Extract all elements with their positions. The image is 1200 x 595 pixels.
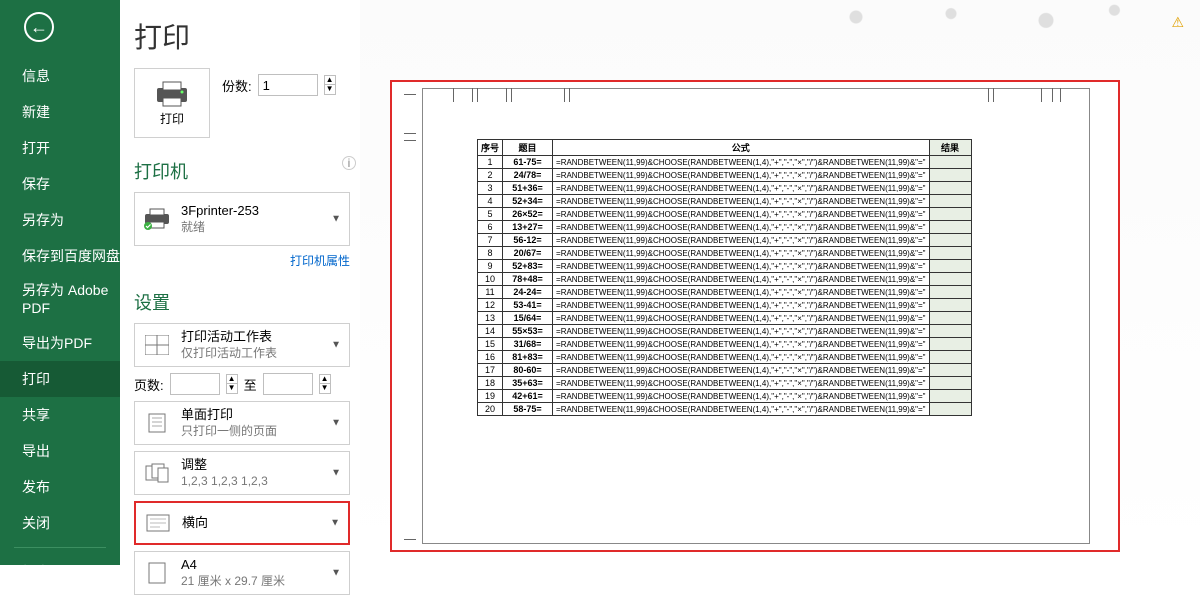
- ruler-left[interactable]: [404, 88, 416, 544]
- preview-table: 序号 题目 公式 结果 161-75==RANDBETWEEN(11,99)&C…: [477, 139, 972, 416]
- sidebar-item[interactable]: 另存为 Adobe PDF: [0, 274, 120, 325]
- pages-from-input[interactable]: [170, 373, 220, 395]
- col-header-index: 序号: [478, 140, 503, 156]
- preview-page: 序号 题目 公式 结果 161-75==RANDBETWEEN(11,99)&C…: [422, 88, 1090, 544]
- sidebar-item[interactable]: 另存为: [0, 202, 120, 238]
- sidebar-item[interactable]: 信息: [0, 58, 120, 94]
- settings-section-title: 设置: [134, 289, 350, 315]
- sidebar-item[interactable]: 导出: [0, 433, 120, 469]
- paper-title: A4: [181, 557, 341, 574]
- table-row: 1455×53==RANDBETWEEN(11,99)&CHOOSE(RANDB…: [478, 325, 972, 338]
- printer-name: 3Fprinter-253: [181, 203, 341, 220]
- copies-spinner[interactable]: ▲▼: [324, 75, 336, 95]
- pages-label: 页数:: [134, 375, 164, 394]
- collate-icon: [143, 463, 171, 483]
- table-row: 756-12==RANDBETWEEN(11,99)&CHOOSE(RANDBE…: [478, 234, 972, 247]
- page-title: 打印: [134, 16, 350, 56]
- print-what-sub: 仅打印活动工作表: [181, 346, 341, 362]
- printer-combo-icon: [143, 208, 171, 230]
- sidebar-item[interactable]: 导出为PDF: [0, 325, 120, 361]
- orientation-selector[interactable]: 横向 ▼: [134, 501, 350, 545]
- copies-input[interactable]: [258, 74, 318, 96]
- table-row: 1315/64==RANDBETWEEN(11,99)&CHOOSE(RANDB…: [478, 312, 972, 325]
- col-header-result: 结果: [929, 140, 971, 156]
- pages-to-spinner[interactable]: ▲▼: [319, 374, 331, 394]
- chevron-down-icon: ▼: [331, 340, 341, 351]
- pages-from-spinner[interactable]: ▲▼: [226, 374, 238, 394]
- col-header-question: 题目: [503, 140, 553, 156]
- table-row: 1253-41==RANDBETWEEN(11,99)&CHOOSE(RANDB…: [478, 299, 972, 312]
- sidebar-item[interactable]: 新建: [0, 94, 120, 130]
- paper-size-icon: [143, 562, 171, 584]
- spin-down-icon[interactable]: ▼: [324, 85, 336, 95]
- sidebar-item[interactable]: 发布: [0, 469, 120, 505]
- printer-icon: [155, 80, 189, 108]
- print-what-title: 打印活动工作表: [181, 329, 341, 346]
- printer-section-title: 打印机 i: [134, 158, 350, 184]
- sidebar-item[interactable]: 保存到百度网盘: [0, 238, 120, 274]
- info-icon[interactable]: i: [342, 156, 356, 170]
- table-row: 1780-60==RANDBETWEEN(11,99)&CHOOSE(RANDB…: [478, 364, 972, 377]
- pages-to-label: 至: [244, 375, 257, 394]
- print-button-label: 打印: [160, 110, 184, 127]
- orientation-title: 横向: [182, 515, 340, 532]
- table-row: 2058-75==RANDBETWEEN(11,99)&CHOOSE(RANDB…: [478, 403, 972, 416]
- table-row: 224/78==RANDBETWEEN(11,99)&CHOOSE(RANDBE…: [478, 169, 972, 182]
- chevron-down-icon: ▼: [331, 468, 341, 479]
- table-row: 1835+63==RANDBETWEEN(11,99)&CHOOSE(RANDB…: [478, 377, 972, 390]
- col-header-formula: 公式: [553, 140, 930, 156]
- table-row: 1942+61==RANDBETWEEN(11,99)&CHOOSE(RANDB…: [478, 390, 972, 403]
- chevron-down-icon: ▼: [331, 214, 341, 225]
- table-row: 1078+48==RANDBETWEEN(11,99)&CHOOSE(RANDB…: [478, 273, 972, 286]
- sidebar-item[interactable]: 打开: [0, 130, 120, 166]
- back-button[interactable]: ←: [24, 12, 54, 42]
- sides-title: 单面打印: [181, 407, 341, 424]
- chevron-down-icon: ▼: [331, 418, 341, 429]
- printer-status: 就绪: [181, 220, 341, 236]
- print-button[interactable]: 打印: [134, 68, 210, 138]
- landscape-icon: [144, 514, 172, 532]
- pages-to-input[interactable]: [263, 373, 313, 395]
- table-row: 613+27==RANDBETWEEN(11,99)&CHOOSE(RANDBE…: [478, 221, 972, 234]
- back-arrow-icon: ←: [30, 18, 48, 36]
- table-row: 1124-24==RANDBETWEEN(11,99)&CHOOSE(RANDB…: [478, 286, 972, 299]
- paper-size-selector[interactable]: A421 厘米 x 29.7 厘米 ▼: [134, 551, 350, 595]
- sidebar-item-account[interactable]: 帐户: [0, 554, 120, 590]
- table-row: 452+34==RANDBETWEEN(11,99)&CHOOSE(RANDBE…: [478, 195, 972, 208]
- warning-icon: ⚠: [1171, 14, 1184, 31]
- print-settings-panel: 打印 打印 份数: ▲▼ 打印机 i 3Fprinter-253 就绪: [120, 0, 360, 565]
- backstage-sidebar: ← 信息新建打开保存另存为保存到百度网盘另存为 Adobe PDF导出为PDF打…: [0, 0, 120, 565]
- table-row: 1531/68==RANDBETWEEN(11,99)&CHOOSE(RANDB…: [478, 338, 972, 351]
- print-sides-selector[interactable]: 单面打印只打印一侧的页面 ▼: [134, 401, 350, 445]
- collate-title: 调整: [181, 457, 341, 474]
- table-row: 1681+83==RANDBETWEEN(11,99)&CHOOSE(RANDB…: [478, 351, 972, 364]
- table-row: 526×52==RANDBETWEEN(11,99)&CHOOSE(RANDBE…: [478, 208, 972, 221]
- sidebar-item[interactable]: 打印: [0, 361, 120, 397]
- table-row: 820/67==RANDBETWEEN(11,99)&CHOOSE(RANDBE…: [478, 247, 972, 260]
- sheets-icon: [143, 335, 171, 355]
- table-row: 952+83==RANDBETWEEN(11,99)&CHOOSE(RANDBE…: [478, 260, 972, 273]
- sides-sub: 只打印一侧的页面: [181, 424, 341, 440]
- printer-properties-link[interactable]: 打印机属性: [290, 254, 350, 268]
- print-what-selector[interactable]: 打印活动工作表仅打印活动工作表 ▼: [134, 323, 350, 367]
- copies-label: 份数:: [222, 76, 252, 95]
- sidebar-item[interactable]: 共享: [0, 397, 120, 433]
- collate-sub: 1,2,3 1,2,3 1,2,3: [181, 474, 341, 490]
- chevron-down-icon: ▼: [331, 568, 341, 579]
- collate-selector[interactable]: 调整1,2,3 1,2,3 1,2,3 ▼: [134, 451, 350, 495]
- print-preview-area: ⚠ 序号 题目 公式: [360, 0, 1200, 565]
- paper-sub: 21 厘米 x 29.7 厘米: [181, 574, 341, 590]
- sidebar-item[interactable]: 保存: [0, 166, 120, 202]
- table-row: 351+36==RANDBETWEEN(11,99)&CHOOSE(RANDBE…: [478, 182, 972, 195]
- chevron-down-icon: ▼: [330, 518, 340, 529]
- table-row: 161-75==RANDBETWEEN(11,99)&CHOOSE(RANDBE…: [478, 156, 972, 169]
- sidebar-item[interactable]: 关闭: [0, 505, 120, 541]
- ruler-top[interactable]: [453, 88, 1061, 102]
- one-side-icon: [143, 413, 171, 433]
- sidebar-separator: [14, 547, 106, 548]
- decorative-splash: [780, 0, 1160, 34]
- preview-highlight-box: 序号 题目 公式 结果 161-75==RANDBETWEEN(11,99)&C…: [390, 80, 1120, 552]
- printer-selector[interactable]: 3Fprinter-253 就绪 ▼: [134, 192, 350, 246]
